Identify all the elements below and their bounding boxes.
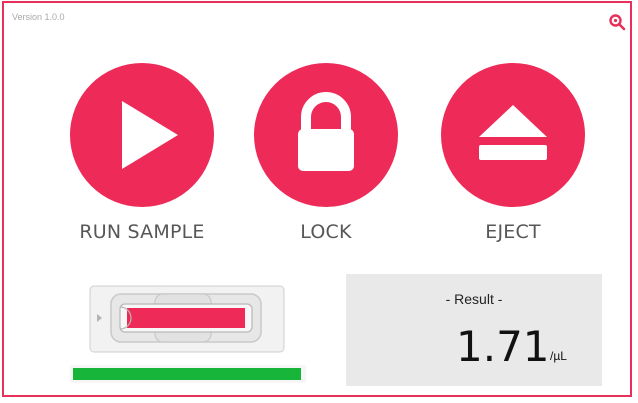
result-value: 1.71 — [456, 322, 550, 371]
cartridge-graphic — [89, 285, 285, 353]
lock-label: LOCK — [300, 221, 352, 243]
lock-circle[interactable] — [254, 63, 398, 207]
lock-icon — [298, 92, 354, 171]
eject-circle[interactable] — [441, 63, 585, 207]
result-unit: /µL — [550, 349, 567, 363]
eject-label: EJECT — [485, 221, 541, 243]
result-panel: - Result - 1.71 /µL — [346, 274, 602, 386]
run-sample-circle[interactable] — [70, 63, 214, 207]
result-title: - Result - — [445, 291, 503, 307]
play-icon — [122, 101, 178, 169]
settings-search-icon — [609, 14, 626, 31]
version-label: Version 1.0.0 — [12, 12, 65, 22]
settings-button[interactable] — [608, 13, 626, 31]
eject-button[interactable]: EJECT — [438, 63, 588, 253]
progress-bar — [70, 365, 306, 383]
app-frame: Version 1.0.0 RUN SAMPLE LOCK EJECT - Re… — [2, 1, 632, 397]
lock-button[interactable]: LOCK — [251, 63, 401, 253]
run-sample-label: RUN SAMPLE — [79, 221, 205, 243]
run-sample-button[interactable]: RUN SAMPLE — [67, 63, 217, 253]
progress-fill — [73, 368, 301, 380]
eject-icon — [479, 105, 547, 160]
cartridge-icon — [89, 285, 285, 353]
